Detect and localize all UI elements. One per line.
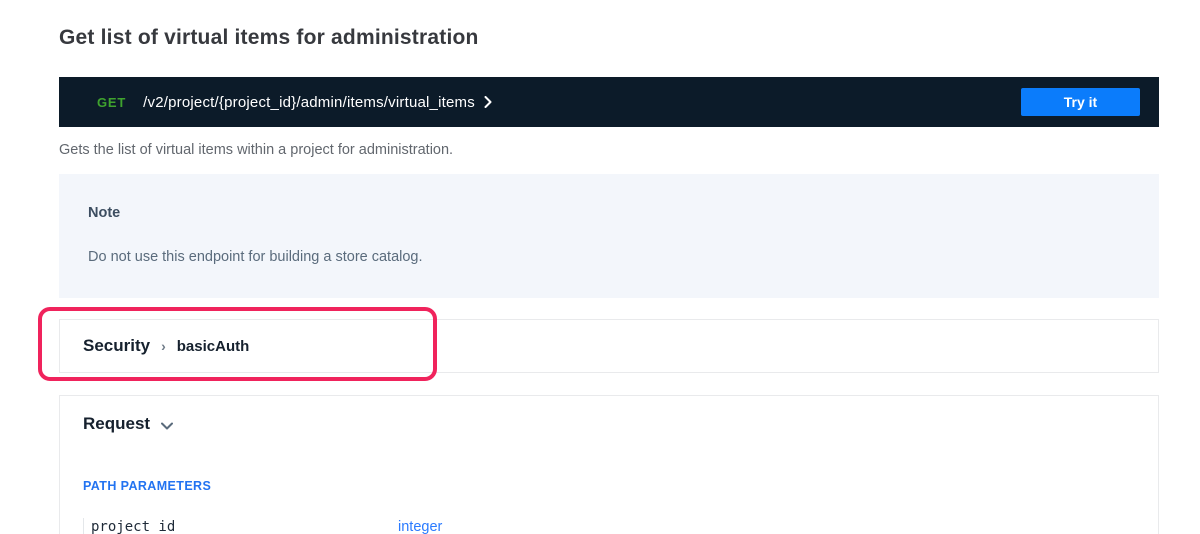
note-callout: Note Do not use this endpoint for buildi…	[59, 174, 1159, 298]
page-title: Get list of virtual items for administra…	[59, 26, 1159, 50]
try-it-button[interactable]: Try it	[1021, 88, 1140, 116]
endpoint-description: Gets the list of virtual items within a …	[59, 142, 1159, 159]
parameter-row: project_id integer	[83, 518, 1158, 534]
security-label: Security	[83, 336, 150, 356]
chevron-right-icon	[484, 96, 492, 108]
endpoint-bar: GET /v2/project/{project_id}/admin/items…	[59, 77, 1159, 127]
request-label: Request	[83, 414, 150, 434]
parameter-name-cell: project_id	[83, 518, 398, 534]
chevron-down-icon	[161, 422, 173, 430]
security-scheme-basicauth[interactable]: basicAuth	[177, 338, 250, 355]
parameter-type: integer	[398, 518, 442, 534]
security-row: Security › basicAuth	[59, 319, 1159, 373]
chevron-separator-icon: ›	[161, 338, 166, 354]
request-section-toggle[interactable]: Request	[83, 414, 233, 434]
note-title: Note	[88, 204, 1130, 222]
http-method-badge: GET	[97, 95, 126, 110]
path-parameters-heading: PATH PARAMETERS	[83, 479, 1158, 494]
note-body: Do not use this endpoint for building a …	[88, 248, 1130, 266]
api-doc-page: Get list of virtual items for administra…	[59, 0, 1159, 534]
endpoint-path: /v2/project/{project_id}/admin/items/vir…	[143, 94, 475, 111]
request-section: Request PATH PARAMETERS project_id integ…	[59, 395, 1159, 534]
endpoint-path-expander[interactable]: /v2/project/{project_id}/admin/items/vir…	[143, 94, 492, 111]
parameter-name: project_id	[91, 519, 175, 534]
